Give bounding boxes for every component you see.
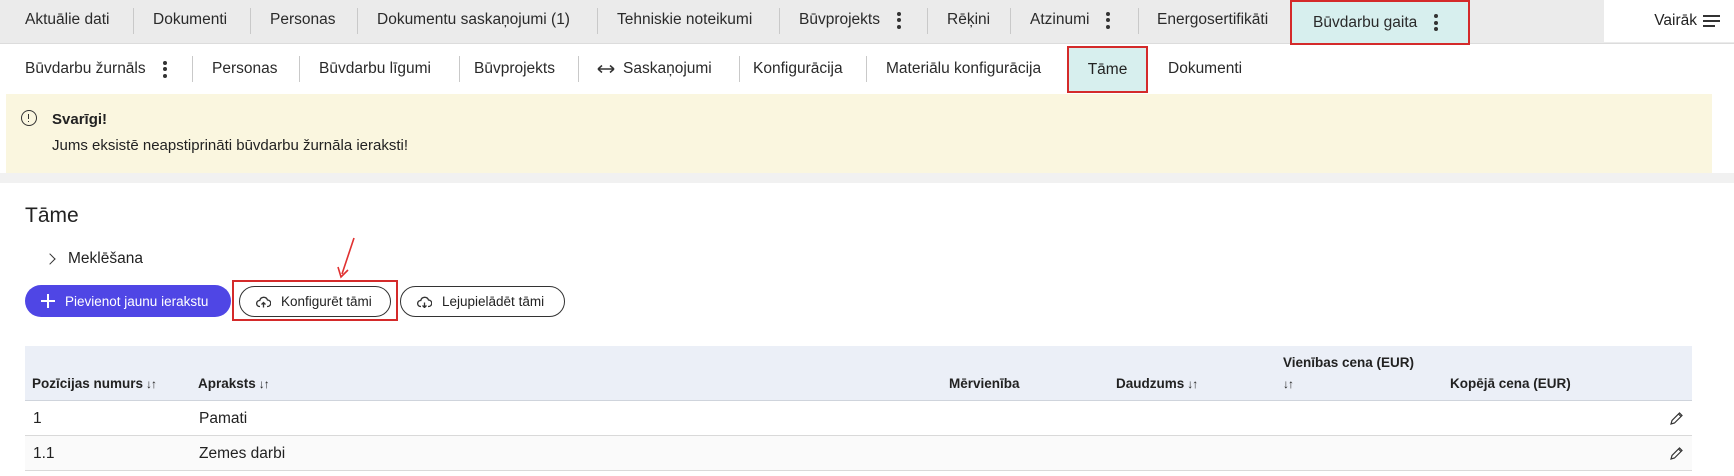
subtab-materialu-konfiguracija[interactable]: Materiālu konfigurācija (886, 45, 1041, 93)
estimate-table: Pozīcijas numurs ↓↑ Apraksts ↓↑ Mērvienība… (25, 346, 1692, 471)
configure-estimate-button[interactable]: Konfigurēt tāmi (239, 286, 391, 317)
tab-buvprojekts[interactable]: Būvprojekts (799, 0, 902, 40)
sort-icon[interactable]: ↓↑ (1283, 376, 1294, 391)
annotation-arrow-icon (337, 237, 355, 279)
tab-divider (250, 8, 251, 34)
table-row: 1 Pamati (25, 401, 1692, 436)
tab-rekini[interactable]: Rēķini (947, 0, 990, 40)
tab-personas[interactable]: Personas (270, 0, 335, 40)
more-menu-button[interactable]: Vairāk (1604, 0, 1734, 42)
cell-position: 1 (33, 410, 42, 427)
column-header-total-price: Kopējā cena (EUR) (1450, 376, 1571, 391)
tab-divider (1138, 8, 1139, 34)
tab-divider (459, 56, 460, 82)
tab-divider (779, 8, 780, 34)
cloud-download-icon (417, 296, 432, 308)
sub-navigation: Būvdarbu žurnāls Personas Būvdarbu līgum… (6, 45, 1712, 93)
chevron-right-icon (44, 253, 56, 265)
subtab-personas[interactable]: Personas (212, 45, 277, 93)
more-vertical-icon[interactable] (896, 11, 902, 29)
column-header-description[interactable]: Apraksts ↓↑ (198, 376, 270, 391)
tab-divider (192, 56, 193, 82)
add-entry-button[interactable]: Pievienot jaunu ierakstu (25, 285, 231, 317)
column-header-unit: Mērvienība (949, 376, 1020, 391)
tab-buvdarbu-gaita[interactable]: Būvdarbu gaita (1290, 0, 1470, 45)
swap-arrows-icon (597, 64, 615, 74)
sort-icon[interactable]: ↓↑ (259, 377, 270, 391)
subtab-saskanojumi[interactable]: Saskaņojumi (597, 45, 712, 93)
section-divider (0, 173, 1734, 183)
info-icon (21, 110, 37, 126)
tab-divider (739, 56, 740, 82)
subtab-konfiguracija[interactable]: Konfigurācija (753, 45, 843, 93)
tab-divider (299, 56, 300, 82)
subtab-buvdarbu-ligumi[interactable]: Būvdarbu līgumi (319, 45, 431, 93)
page-title: Tāme (25, 204, 79, 227)
edit-pencil-icon[interactable] (1669, 411, 1684, 426)
search-toggle[interactable]: Meklēšana (44, 250, 143, 268)
tab-divider (578, 56, 579, 82)
cell-description: Pamati (199, 410, 248, 427)
subtab-buvdarbu-zurnals[interactable]: Būvdarbu žurnāls (25, 45, 168, 93)
sort-icon[interactable]: ↓↑ (1187, 377, 1198, 391)
tab-aktualie-dati[interactable]: Aktuālie dati (25, 0, 109, 40)
cloud-upload-icon (256, 296, 271, 307)
more-vertical-icon[interactable] (162, 60, 168, 78)
download-estimate-button[interactable]: Lejupielādēt tāmi (400, 286, 565, 317)
subtab-dokumenti[interactable]: Dokumenti (1168, 45, 1242, 93)
table-header: Pozīcijas numurs ↓↑ Apraksts ↓↑ Mērvienība… (25, 346, 1692, 401)
tab-divider (927, 8, 928, 34)
more-vertical-icon[interactable] (1106, 11, 1111, 29)
subtab-tame[interactable]: Tāme (1067, 46, 1148, 93)
tab-tehniskie-noteikumi[interactable]: Tehniskie noteikumi (617, 0, 752, 40)
table-row: 1.1 Zemes darbi (25, 436, 1692, 471)
plus-icon (41, 294, 55, 308)
tab-divider (357, 8, 358, 34)
more-vertical-icon[interactable] (1434, 14, 1439, 31)
subtab-buvprojekts[interactable]: Būvprojekts (474, 45, 555, 93)
cell-position: 1.1 (33, 445, 55, 462)
column-header-quantity[interactable]: Daudzums ↓↑ (1116, 376, 1198, 391)
column-header-position[interactable]: Pozīcijas numurs ↓↑ (32, 376, 157, 391)
tab-dokumenti[interactable]: Dokumenti (153, 0, 227, 40)
tab-divider (133, 8, 134, 34)
tab-divider (597, 8, 598, 34)
top-navigation: Aktuālie dati Dokumenti Personas Dokumen… (0, 0, 1734, 45)
tab-dokumentu-saskanojumi[interactable]: Dokumentu saskaņojumi (1) (377, 0, 570, 40)
column-header-unit-price[interactable]: Vienības cena (EUR) (1283, 355, 1414, 370)
alert-title: Svarīgi! (52, 111, 108, 128)
tab-divider (866, 56, 867, 82)
tab-atzinumi[interactable]: Atzinumi (1030, 0, 1111, 40)
warning-alert: Svarīgi! Jums eksistē neapstiprināti būv… (6, 94, 1712, 173)
edit-pencil-icon[interactable] (1669, 446, 1684, 461)
tab-energosertifikati[interactable]: Energosertifikāti (1157, 0, 1268, 40)
cell-description: Zemes darbi (199, 445, 286, 462)
alert-message: Jums eksistē neapstiprināti būvdarbu žur… (52, 137, 409, 154)
tab-divider (1010, 8, 1011, 34)
sort-icon[interactable]: ↓↑ (146, 377, 157, 391)
menu-icon (1703, 15, 1720, 27)
